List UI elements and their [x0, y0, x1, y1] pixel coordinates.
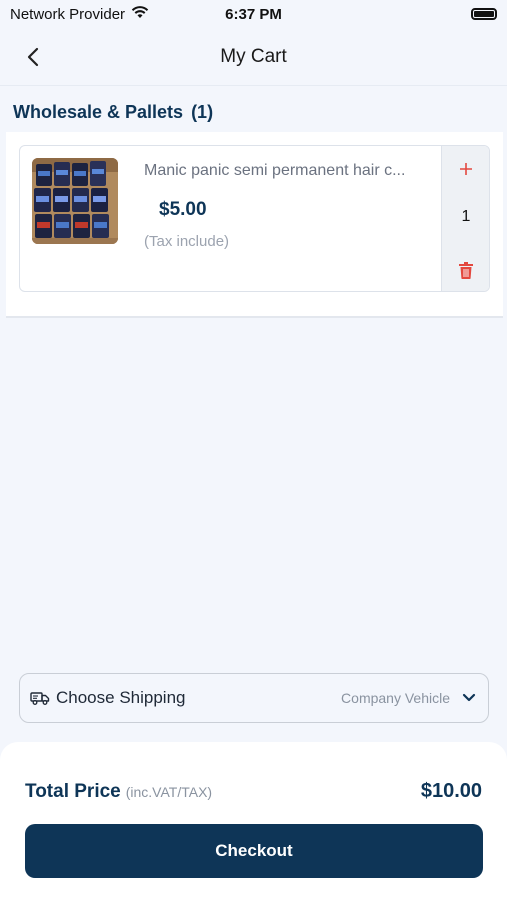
- status-bar: Network Provider 6:37 PM: [0, 0, 507, 28]
- delete-item-button[interactable]: [442, 258, 489, 282]
- shipping-label: Choose Shipping: [56, 688, 186, 707]
- plus-icon: [460, 163, 472, 175]
- chevron-down-icon: [462, 693, 476, 702]
- section-header: Wholesale & Pallets (1): [13, 102, 213, 123]
- nav-bar: My Cart: [0, 28, 507, 86]
- trash-icon: [459, 261, 473, 279]
- cart-panel: Manic panic semi permanent hair c... $5.…: [6, 132, 503, 318]
- total-sub: (inc.VAT/TAX): [125, 784, 213, 800]
- carrier-name: Network Provider: [10, 5, 126, 23]
- quantity-stepper: 1: [441, 146, 489, 291]
- cart-item: Manic panic semi permanent hair c... $5.…: [19, 145, 490, 292]
- battery-icon: [471, 8, 497, 20]
- product-image[interactable]: [32, 158, 118, 244]
- shipping-select[interactable]: Choose Shipping Company Vehicle: [19, 673, 489, 723]
- status-left: Network Provider: [10, 5, 149, 23]
- product-name[interactable]: Manic panic semi permanent hair c...: [144, 162, 424, 180]
- tax-note: (Tax include): [144, 233, 230, 250]
- total-row: Total Price (inc.VAT/TAX) $10.00: [25, 780, 482, 803]
- total-amount: $10.00: [420, 780, 482, 802]
- shipping-value: Company Vehicle: [341, 690, 450, 706]
- checkout-footer: Total Price (inc.VAT/TAX) $10.00 Checkou…: [0, 742, 507, 900]
- increase-quantity-button[interactable]: [442, 156, 489, 182]
- quantity-value: 1: [461, 208, 471, 225]
- truck-icon: [30, 692, 50, 705]
- product-price: $5.00: [159, 199, 207, 220]
- checkout-button[interactable]: Checkout: [25, 824, 483, 878]
- total-label: Total Price: [25, 781, 121, 802]
- section-count: (1): [191, 102, 214, 122]
- page-title: My Cart: [220, 45, 287, 67]
- back-button[interactable]: [18, 42, 48, 72]
- wifi-icon: [131, 5, 149, 23]
- chevron-left-icon: [27, 47, 39, 67]
- section-title: Wholesale & Pallets: [13, 102, 184, 122]
